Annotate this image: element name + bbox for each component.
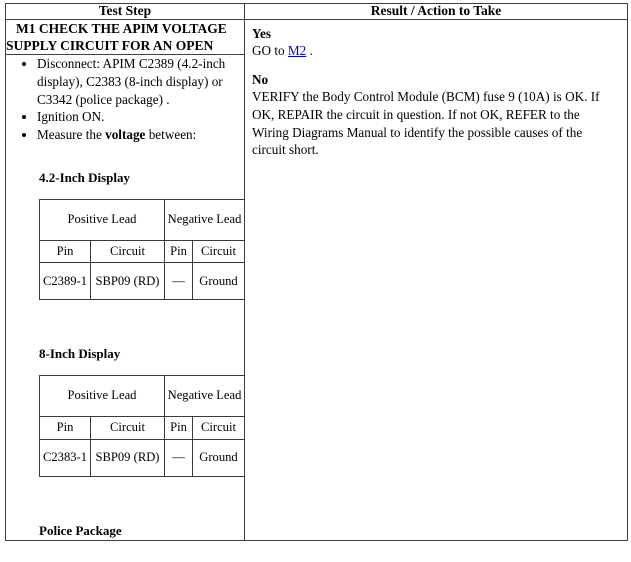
table-row: C2383-1 SBP09 (RD) — Ground bbox=[39, 439, 245, 478]
bullet-text-2-bold: voltage bbox=[105, 127, 146, 143]
diagnostic-procedure-page: Test Step Result / Action to Take M1 CHE… bbox=[0, 0, 631, 562]
section-heading-8-inch: 8-Inch Display bbox=[39, 346, 121, 362]
m1-title-row: M1 CHECK THE APIM VOLTAGE SUPPLY CIRCUIT… bbox=[5, 18, 628, 541]
m1-step-title-cell: M1 CHECK THE APIM VOLTAGE SUPPLY CIRCUIT… bbox=[5, 18, 245, 56]
cell-positive-pin-42: C2389-1 bbox=[39, 262, 91, 301]
group-header-positive-lead-8: Positive Lead bbox=[39, 375, 165, 418]
bullet-text-2-prefix: Measure the bbox=[37, 127, 106, 143]
spacer-after-8-heading bbox=[6, 363, 244, 375]
cell-negative-circuit-42: Ground bbox=[192, 262, 245, 301]
list-item: Measure the voltage between: bbox=[37, 126, 244, 144]
result-spacer bbox=[252, 60, 619, 71]
m1-step-body-cell: Disconnect: APIM C2389 (4.2-inch display… bbox=[5, 54, 245, 541]
result-yes-label: Yes bbox=[252, 25, 272, 41]
group-header-negative-lead-42: Negative Lead bbox=[164, 198, 245, 241]
lead-table-8-inch: Positive Lead Negative Lead Pin Circuit … bbox=[39, 375, 245, 478]
cell-positive-pin-8: C2383-1 bbox=[39, 439, 91, 478]
cell-positive-circuit-8: SBP09 (RD) bbox=[90, 439, 165, 478]
section-heading-4-2-inch: 4.2-Inch Display bbox=[39, 169, 131, 185]
cell-positive-circuit-42: SBP09 (RD) bbox=[90, 262, 165, 301]
m2-link[interactable]: M2 bbox=[288, 43, 306, 58]
table-row: Positive Lead Negative Lead bbox=[39, 198, 245, 241]
goto-text-prefix: GO to bbox=[252, 43, 288, 59]
cell-negative-pin-8: — bbox=[164, 439, 193, 478]
table-row: Pin Circuit Pin Circuit bbox=[39, 239, 245, 264]
table-row: Positive Lead Negative Lead bbox=[39, 375, 245, 418]
column-header-test-step: Test Step bbox=[5, 3, 245, 20]
diagnostic-table: Test Step Result / Action to Take M1 CHE… bbox=[5, 3, 628, 541]
section-heading-police-package: Police Package bbox=[39, 523, 122, 539]
list-item: Ignition ON. bbox=[37, 108, 244, 126]
subheader-negative-circuit-8: Circuit bbox=[192, 416, 245, 441]
subheader-positive-circuit-42: Circuit bbox=[90, 239, 165, 264]
subheader-negative-pin-8: Pin bbox=[164, 416, 193, 441]
spacer-between-sections bbox=[6, 300, 244, 346]
lead-table-4-2-inch: Positive Lead Negative Lead Pin Circuit … bbox=[39, 198, 245, 301]
column-header-result-action: Result / Action to Take bbox=[244, 3, 628, 20]
group-header-negative-lead-8: Negative Lead bbox=[164, 375, 245, 418]
bullet-text-2-suffix: between: bbox=[145, 127, 197, 143]
result-action-content: Yes GO to M2 . No VERIFY the Body Contro… bbox=[245, 20, 627, 165]
result-no-label: No bbox=[252, 71, 269, 87]
spacer-after-42-heading bbox=[6, 187, 244, 199]
group-header-positive-lead-42: Positive Lead bbox=[39, 198, 165, 241]
step-bullet-list: Disconnect: APIM C2389 (4.2-inch display… bbox=[6, 55, 244, 143]
cell-negative-circuit-8: Ground bbox=[192, 439, 245, 478]
result-yes-action: GO to M2 . bbox=[252, 42, 619, 60]
bullet-text-0-prefix: Disconnect: APIM C2389 (4.2-inch display… bbox=[37, 56, 226, 107]
cell-negative-pin-42: — bbox=[164, 262, 193, 301]
subheader-positive-pin-8: Pin bbox=[39, 416, 91, 441]
table-row: Pin Circuit Pin Circuit bbox=[39, 416, 245, 441]
result-no-action: VERIFY the Body Control Module (BCM) fus… bbox=[252, 89, 600, 158]
m1-title-line-1: M1 CHECK THE APIM VOLTAGE bbox=[16, 20, 227, 36]
m1-title-line-2: SUPPLY CIRCUIT FOR AN OPEN bbox=[6, 38, 214, 54]
spacer-before-police-heading bbox=[6, 477, 244, 523]
subheader-negative-circuit-42: Circuit bbox=[192, 239, 245, 264]
result-action-cell: Yes GO to M2 . No VERIFY the Body Contro… bbox=[244, 18, 628, 541]
subheader-negative-pin-42: Pin bbox=[164, 239, 193, 264]
bullet-text-1-prefix: Ignition ON. bbox=[37, 109, 105, 125]
table-row: C2389-1 SBP09 (RD) — Ground bbox=[39, 262, 245, 301]
spacer-before-42-heading bbox=[6, 144, 244, 170]
list-item: Disconnect: APIM C2389 (4.2-inch display… bbox=[37, 55, 244, 108]
table-header-row: Test Step Result / Action to Take bbox=[5, 3, 628, 20]
subheader-positive-pin-42: Pin bbox=[39, 239, 91, 264]
goto-text-suffix: . bbox=[306, 43, 313, 59]
subheader-positive-circuit-8: Circuit bbox=[90, 416, 165, 441]
